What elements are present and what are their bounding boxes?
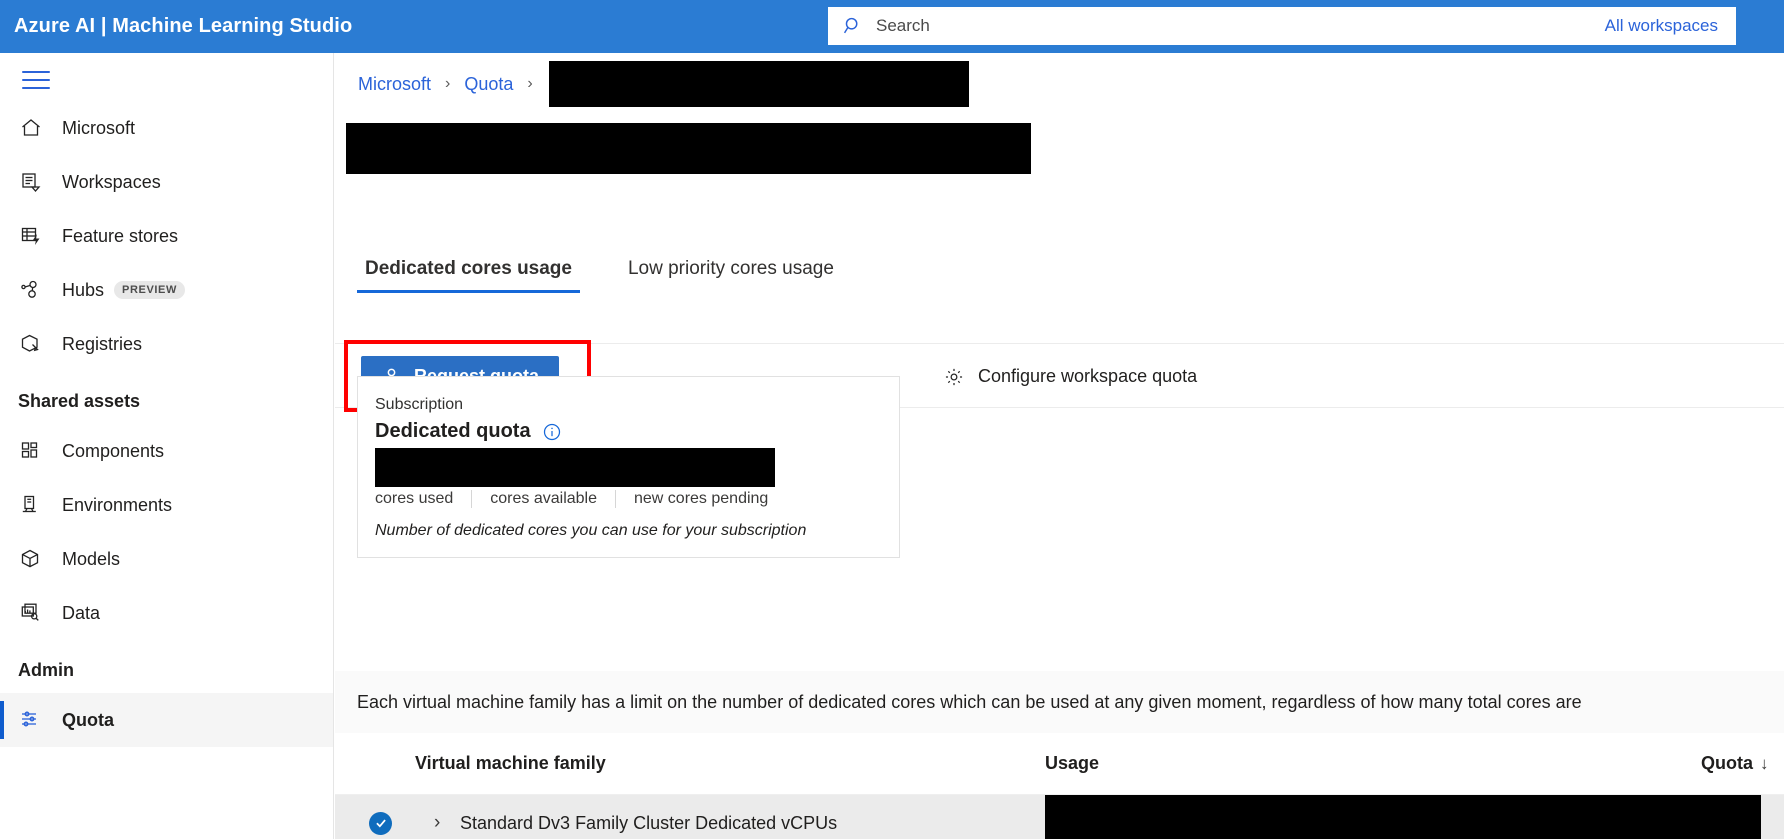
search-icon: [843, 17, 858, 34]
dedicated-quota-title: Dedicated quota: [375, 420, 531, 442]
sidebar-item-label: Components: [62, 440, 165, 461]
breadcrumb-item-quota[interactable]: Quota: [464, 74, 513, 95]
sidebar-item-workspaces[interactable]: Workspaces: [0, 155, 333, 209]
tab-dedicated-cores-usage[interactable]: Dedicated cores usage: [357, 258, 580, 293]
registries-icon: [18, 331, 44, 357]
quota-column-labels: cores used cores available new cores pen…: [375, 490, 882, 508]
chevron-right-icon[interactable]: ›: [434, 812, 440, 834]
sidebar-item-label: Feature stores: [62, 225, 179, 246]
quota-description: Each virtual machine family has a limit …: [335, 671, 1784, 733]
sidebar-item-feature-stores[interactable]: Feature stores: [0, 209, 333, 263]
hamburger-bar: [22, 87, 50, 89]
sidebar-item-label: Quota: [62, 709, 114, 730]
sidebar-item-label: Environments: [62, 494, 173, 515]
row-value-redacted: [1045, 795, 1761, 839]
sidebar-item-quota[interactable]: Quota: [0, 693, 333, 747]
breadcrumb-separator: ›: [527, 75, 533, 92]
breadcrumb-separator: ›: [445, 75, 451, 92]
hubs-icon: [18, 277, 44, 303]
sidebar-item-environments[interactable]: Environments: [0, 478, 333, 532]
sidebar-item-components[interactable]: Components: [0, 424, 333, 478]
feature-store-icon: [18, 223, 44, 249]
page-title-redacted: [346, 123, 1031, 174]
sidebar: Microsoft Workspaces Feature stores Hubs…: [0, 53, 334, 839]
info-icon[interactable]: [542, 422, 562, 442]
column-header-quota[interactable]: Quota ↓: [1701, 753, 1769, 774]
tablist: Dedicated cores usage Low priority cores…: [357, 258, 882, 293]
sidebar-item-label: Hubs: [62, 279, 105, 300]
quota-card-note: Number of dedicated cores you can use fo…: [375, 522, 807, 539]
global-search[interactable]: All workspaces: [828, 7, 1736, 45]
cores-used-label: cores used: [375, 490, 454, 507]
configure-workspace-quota-label: Configure workspace quota: [978, 366, 1198, 386]
sidebar-item-microsoft[interactable]: Microsoft: [0, 101, 333, 155]
sidebar-item-label: Microsoft: [62, 117, 136, 138]
new-cores-pending-label: new cores pending: [615, 490, 786, 508]
hamburger-bar: [22, 71, 50, 73]
card-title-row: Dedicated quota: [375, 420, 882, 443]
components-icon: [18, 438, 44, 464]
sidebar-group-admin: Admin: [18, 660, 74, 680]
column-header-usage[interactable]: Usage: [1045, 753, 1099, 774]
gear-icon: [943, 366, 965, 388]
quota-sliders-icon: [18, 707, 44, 733]
quota-description-text: Each virtual machine family has a limit …: [357, 691, 1582, 712]
sidebar-item-label: Models: [62, 548, 121, 569]
sidebar-item-hubs[interactable]: Hubs PREVIEW: [0, 263, 333, 317]
sidebar-item-label: Registries: [62, 333, 143, 354]
hamburger-icon[interactable]: [22, 71, 50, 91]
tab-low-priority-cores-usage[interactable]: Low priority cores usage: [620, 258, 842, 293]
dedicated-quota-card: Subscription Dedicated quota cores used …: [357, 376, 900, 558]
breadcrumb-item-redacted[interactable]: [548, 61, 969, 107]
sidebar-item-models[interactable]: Models: [0, 532, 333, 586]
column-header-quota-label: Quota: [1701, 753, 1753, 773]
all-workspaces-link[interactable]: All workspaces: [1605, 16, 1718, 36]
quota-values-redacted: [375, 448, 775, 487]
models-icon: [18, 546, 44, 572]
hamburger-bar: [22, 79, 50, 81]
main-content: Microsoft › Quota › Dedicated cores usag…: [335, 53, 1784, 839]
environments-icon: [18, 492, 44, 518]
sidebar-group-shared-assets: Shared assets: [18, 391, 141, 411]
configure-workspace-quota-button[interactable]: Configure workspace quota: [943, 356, 1197, 397]
sidebar-item-registries[interactable]: Registries: [0, 317, 333, 371]
preview-badge: PREVIEW: [114, 281, 185, 299]
sidebar-item-data[interactable]: Data: [0, 586, 333, 640]
quota-table-header: Virtual machine family Usage Quota ↓: [335, 733, 1784, 795]
table-row[interactable]: › Standard Dv3 Family Cluster Dedicated …: [335, 795, 1784, 839]
app-title: Azure AI | Machine Learning Studio: [14, 15, 353, 37]
column-header-virtual-machine-family[interactable]: Virtual machine family: [415, 753, 606, 774]
sidebar-item-label: Workspaces: [62, 171, 161, 192]
workspaces-icon: [18, 169, 44, 195]
home-icon: [18, 115, 44, 141]
subscription-label: Subscription: [375, 396, 464, 413]
data-icon: [18, 600, 44, 626]
breadcrumb-item-microsoft[interactable]: Microsoft: [358, 74, 431, 95]
row-vm-family-name: Standard Dv3 Family Cluster Dedicated vC…: [460, 812, 838, 833]
breadcrumb: Microsoft › Quota ›: [358, 61, 969, 107]
sort-descending-icon: ↓: [1760, 753, 1769, 773]
sidebar-item-label: Data: [62, 602, 101, 623]
row-checkbox[interactable]: [369, 811, 392, 835]
cores-available-label: cores available: [471, 490, 615, 508]
search-input[interactable]: [874, 10, 1605, 42]
